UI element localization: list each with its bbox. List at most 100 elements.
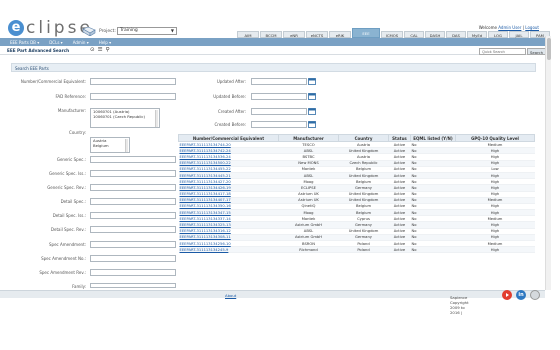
detail-spec-iss-input[interactable] xyxy=(90,212,176,219)
calendar-icon[interactable] xyxy=(308,121,316,128)
country-list[interactable]: Austria Belgium xyxy=(90,137,130,153)
family-input[interactable] xyxy=(90,283,176,288)
page-titlebar: EEE Part Advanced Search ⊙☰⚲ xyxy=(0,46,545,55)
created-before-input[interactable] xyxy=(251,121,307,128)
menu-eee-parts-db[interactable]: EEE Parts DB ▾ xyxy=(10,40,39,45)
list-item[interactable]: 10060?01 (Czech Republic) xyxy=(93,114,157,120)
created-before-label: Created Before: xyxy=(214,122,246,127)
tab-log[interactable]: LOG xyxy=(488,31,508,38)
calendar-icon[interactable] xyxy=(308,78,316,85)
quick-search-input[interactable] xyxy=(479,48,526,55)
generic-spec-rev-label: Generic Spec. Rev.: xyxy=(47,185,86,190)
calendar-icon[interactable] xyxy=(308,93,316,100)
table-row[interactable]: EEEPART-311113134245-9 Richmond Poland Acti… xyxy=(178,246,535,254)
tab-dash[interactable]: DASH xyxy=(425,31,445,38)
tab-cal[interactable]: CAL xyxy=(404,31,424,38)
globe-icon[interactable] xyxy=(530,290,540,300)
created-after-input[interactable] xyxy=(251,108,307,115)
welcome-text: Welcome Admin User | Logout xyxy=(479,25,539,30)
menu-dcls[interactable]: DCLs ▾ xyxy=(49,40,62,45)
eclipse-logo[interactable]: e clipse xyxy=(8,20,93,37)
number-input[interactable] xyxy=(90,78,176,85)
list-item[interactable]: Belgium xyxy=(93,143,127,149)
calendar-icon[interactable] xyxy=(308,108,316,115)
tab-enr[interactable]: eNR xyxy=(283,31,305,38)
project-label: Project: xyxy=(99,29,116,34)
tab-aim[interactable]: AIM xyxy=(237,31,259,38)
table-cell: No xyxy=(410,246,456,254)
updated-before-label: Updated Before: xyxy=(213,94,246,99)
quick-search-button[interactable]: Search xyxy=(527,48,547,55)
column-header[interactable]: Number/Commercial Equivalent xyxy=(178,134,279,142)
page-scrollbar[interactable] xyxy=(545,36,551,290)
search-panel-title: Search EEE Parts xyxy=(15,66,49,71)
spec-amendment-rev-input[interactable] xyxy=(90,269,176,276)
column-header[interactable]: EQML listed (Y/N) xyxy=(410,134,456,142)
table-header-row: Number/Commercial Equivalent Manufacture… xyxy=(178,134,535,142)
generic-spec-iss-input[interactable] xyxy=(90,170,176,177)
table-cell: Richmond xyxy=(278,246,339,254)
table-cell: Poland xyxy=(338,246,389,254)
column-header[interactable]: Manufacturer xyxy=(278,134,339,142)
results-table: Number/Commercial Equivalent Manufacture… xyxy=(178,134,535,254)
tab-bccm[interactable]: BCCM xyxy=(260,31,282,38)
user-link[interactable]: Admin User xyxy=(498,25,521,30)
search-panel-header[interactable]: Search EEE Parts xyxy=(11,63,536,72)
menu-admin[interactable]: Admin ▾ xyxy=(73,40,89,45)
scrollbar-thumb[interactable] xyxy=(547,38,551,60)
manufacturer-label: Manufacturer: xyxy=(57,108,86,113)
manufacturer-list[interactable]: 10060?01 (Austria) 10060?01 (Czech Repub… xyxy=(90,108,160,128)
target-icon[interactable]: ⊙ xyxy=(90,47,98,53)
tab-das[interactable]: DAS xyxy=(446,31,466,38)
scrollbar[interactable] xyxy=(125,139,128,152)
linkedin-icon[interactable]: in xyxy=(516,290,526,300)
view-toolbar: ⊙☰⚲ xyxy=(90,47,113,53)
scrollbar[interactable] xyxy=(155,110,158,127)
table-cell: Active xyxy=(388,246,411,254)
project-icon xyxy=(82,27,96,36)
fad-input[interactable] xyxy=(90,93,176,100)
project-select[interactable]: Training ▼ xyxy=(117,27,177,35)
column-header[interactable]: Country xyxy=(338,134,389,142)
tab-icmos[interactable]: ICMOS xyxy=(381,31,403,38)
country-label: Country: xyxy=(69,130,86,135)
detail-spec-rev-input[interactable] xyxy=(90,226,176,233)
logout-link[interactable]: Logout xyxy=(525,25,539,30)
tab-eee[interactable]: EEE xyxy=(352,28,380,38)
about-link[interactable]: About xyxy=(225,293,236,298)
tab-jail[interactable]: JAIL xyxy=(509,31,529,38)
main-menu: EEE Parts DB ▾ DCLs ▾ Admin ▾ Help ▾ xyxy=(0,38,545,46)
footer-text: Sapience Copyright 2009 to 2016 | About xyxy=(225,293,469,315)
chevron-down-icon: ▼ xyxy=(170,28,174,33)
logo-letter: e xyxy=(8,20,24,36)
header: e clipse Project: Training ▼ Welcome Adm… xyxy=(0,0,550,38)
copyright-text: Sapience Copyright 2009 to 2016 | xyxy=(450,295,469,315)
tab-myed[interactable]: MyEd xyxy=(467,31,487,38)
updated-before-input[interactable] xyxy=(251,93,307,100)
column-header[interactable]: Status xyxy=(388,134,411,142)
generic-spec-label: Generic Spec.: xyxy=(56,157,86,162)
part-number-link[interactable]: EEEPART-311113134245-9 xyxy=(178,246,279,254)
menu-help[interactable]: Help ▾ xyxy=(99,40,111,45)
spec-amendment-no-label: Spec Amendment No.: xyxy=(41,256,86,261)
generic-spec-iss-label: Generic Spec. Iss.: xyxy=(48,171,86,176)
list-icon[interactable]: ☰ xyxy=(98,47,106,53)
module-tabs: AIM BCCM eNR eNCTS eRIK EEE ICMOS CAL DA… xyxy=(237,28,551,38)
generic-spec-rev-input[interactable] xyxy=(90,184,176,191)
spec-amendment-no-input[interactable] xyxy=(90,255,176,262)
youtube-icon[interactable] xyxy=(502,290,512,300)
tab-erik[interactable]: eRIK xyxy=(329,31,351,38)
search-icon[interactable]: ⚲ xyxy=(106,47,113,53)
page-title: EEE Part Advanced Search xyxy=(7,48,70,53)
tab-encts[interactable]: eNCTS xyxy=(306,31,328,38)
number-label: Number/Commercial Equivalent: xyxy=(20,79,86,84)
fad-label: FAD Reference: xyxy=(55,94,86,99)
welcome-prefix: Welcome xyxy=(478,25,497,30)
generic-spec-input[interactable] xyxy=(90,156,176,163)
column-header[interactable]: GPQ-10 Quality Level xyxy=(455,134,535,142)
updated-after-input[interactable] xyxy=(251,78,307,85)
spec-amendment-input[interactable] xyxy=(90,241,176,248)
footer: Sapience Copyright 2009 to 2016 | About xyxy=(0,290,545,315)
updated-after-label: Updated After: xyxy=(216,79,246,84)
detail-spec-input[interactable] xyxy=(90,198,176,205)
